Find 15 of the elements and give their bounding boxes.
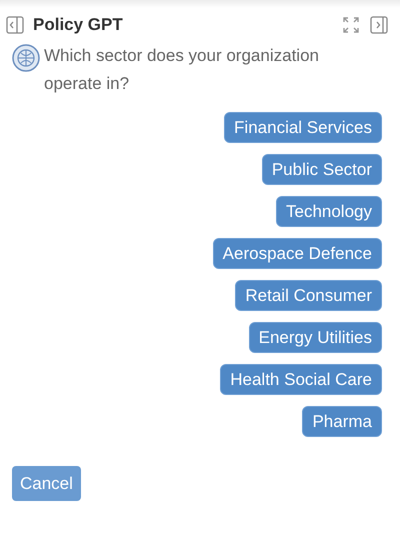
option-button[interactable]: Retail Consumer bbox=[235, 280, 382, 311]
sidebar-right-icon[interactable] bbox=[370, 16, 388, 34]
option-button[interactable]: Financial Services bbox=[224, 112, 382, 143]
bot-message: Which sector does your organization operate in? bbox=[44, 45, 320, 95]
globe-emblem-icon bbox=[12, 44, 40, 72]
expand-icon[interactable] bbox=[342, 16, 360, 34]
cancel-button[interactable]: Cancel bbox=[12, 466, 81, 501]
option-button[interactable]: Public Sector bbox=[262, 154, 382, 185]
option-button[interactable]: Health Social Care bbox=[220, 364, 382, 395]
option-button[interactable]: Technology bbox=[276, 196, 382, 227]
sidebar-left-icon[interactable] bbox=[6, 16, 24, 34]
option-button[interactable]: Pharma bbox=[302, 406, 382, 437]
option-button[interactable]: Aerospace Defence bbox=[212, 238, 382, 269]
app-title: Policy GPT bbox=[33, 15, 124, 35]
option-button[interactable]: Energy Utilities bbox=[248, 322, 382, 353]
